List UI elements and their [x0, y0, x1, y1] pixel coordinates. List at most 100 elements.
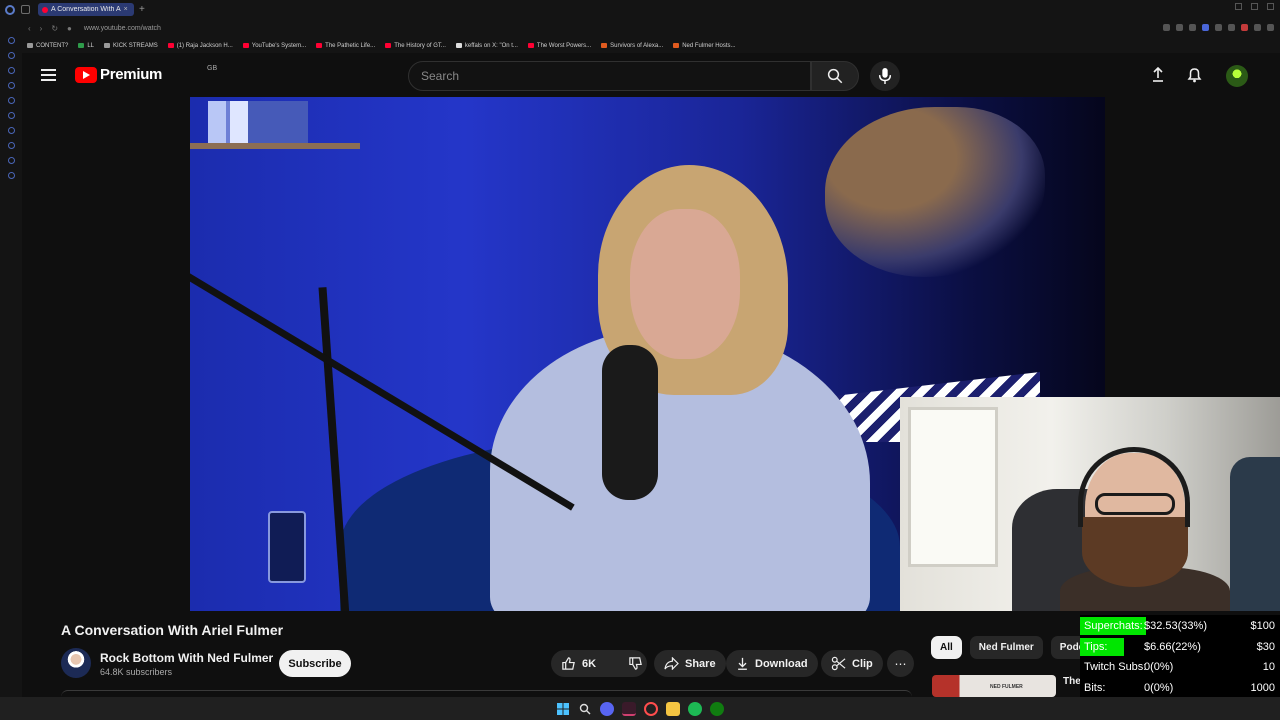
browser-tab-active[interactable]: A Conversation With A ×	[38, 3, 134, 16]
heart-icon[interactable]	[1215, 24, 1222, 31]
share-button[interactable]: Share	[654, 650, 726, 677]
zoom-icon[interactable]	[1163, 24, 1170, 31]
video-frame-bottle	[268, 511, 306, 583]
workspaces-icon[interactable]	[21, 5, 30, 14]
bookmark-item[interactable]: Survivors of Alexa...	[601, 43, 663, 49]
opera-gx-icon[interactable]	[622, 701, 636, 716]
bookmark-label: KICK STREAMS	[113, 42, 158, 49]
browser-sidebar	[0, 19, 22, 697]
like-button[interactable]: 6K	[551, 650, 606, 677]
download-icon[interactable]	[1254, 24, 1261, 31]
goal-value: 0(0%)	[1144, 681, 1174, 694]
bookmark-item[interactable]: CONTENT?	[27, 43, 68, 49]
maximize-icon[interactable]	[1251, 3, 1258, 10]
tab-close-icon[interactable]: ×	[124, 6, 128, 13]
spotify-icon[interactable]	[688, 701, 702, 716]
subscribe-button[interactable]: Subscribe	[279, 650, 351, 677]
upload-icon	[1153, 67, 1163, 82]
bookmark-favicon-icon	[316, 43, 323, 48]
channel-name[interactable]: Rock Bottom With Ned Fulmer	[100, 651, 273, 665]
logo-text: Premium	[100, 66, 163, 83]
sidebar-home-icon[interactable]	[7, 37, 15, 44]
sidebar-ai-icon[interactable]	[7, 97, 15, 104]
goal-label: Superchats:	[1084, 620, 1143, 632]
minimize-icon[interactable]	[1235, 3, 1242, 10]
back-icon[interactable]: ‹	[28, 24, 31, 33]
youtube-premium-logo[interactable]: Premium GB	[75, 65, 217, 83]
bookmark-favicon-icon	[455, 43, 462, 48]
bookmark-item[interactable]: (1) Raja Jackson H...	[167, 43, 233, 49]
goal-row: Tips: $6.66(22%) $30	[1080, 637, 1280, 657]
shield-icon[interactable]	[1202, 24, 1209, 31]
more-dots-icon: ⋯	[894, 656, 907, 671]
bookmark-item[interactable]: The Worst Powers...	[527, 43, 591, 49]
chip-all[interactable]: All	[931, 636, 962, 659]
bookmark-item[interactable]: LL	[78, 43, 94, 49]
share-label: Share	[685, 657, 716, 670]
sidebar-settings-icon[interactable]	[7, 172, 15, 179]
browser-logo-icon[interactable]	[5, 4, 15, 15]
menu-icon[interactable]	[41, 69, 56, 81]
sidebar-whatsapp-icon[interactable]	[7, 82, 15, 89]
bookmark-item[interactable]: The History of GT...	[385, 43, 446, 49]
dislike-button[interactable]	[618, 650, 653, 677]
bookmark-item[interactable]: The Pathetic Life...	[316, 43, 375, 49]
bookmark-favicon-icon	[242, 43, 249, 48]
search-input[interactable]	[421, 69, 810, 83]
close-window-icon[interactable]	[1267, 3, 1274, 10]
recommended-video-thumbnail[interactable]: NED FULMER	[932, 675, 1056, 697]
bookmark-label: keffals on X: "On t...	[464, 42, 518, 49]
recording-icon[interactable]	[1241, 24, 1248, 31]
sidebar-instagram-icon[interactable]	[7, 142, 15, 149]
sidebar-discord-icon[interactable]	[7, 112, 15, 119]
bookmark-item[interactable]: keffals on X: "On t...	[455, 42, 518, 49]
bookmark-item[interactable]: Ned Fulmer Hosts...	[673, 42, 736, 49]
bookmark-label: LL	[87, 42, 95, 49]
rec-thumb-text: NED FULMER	[990, 684, 1023, 690]
url-field[interactable]: www.youtube.com/watch	[84, 25, 161, 32]
sidebar-history-icon[interactable]	[7, 52, 15, 59]
search-taskbar-icon[interactable]	[578, 702, 592, 716]
sidebar-clock-icon[interactable]	[7, 157, 15, 164]
recommendation-chips: All Ned Fulmer Podc	[931, 636, 1094, 659]
search-button[interactable]	[811, 61, 859, 91]
bookmark-item[interactable]: YouTube's System...	[242, 43, 306, 49]
menu-icon[interactable]	[1267, 24, 1274, 31]
xbox-icon[interactable]	[710, 701, 724, 716]
account-avatar[interactable]	[1226, 65, 1248, 87]
chip-ned-fulmer[interactable]: Ned Fulmer	[969, 636, 1043, 659]
recommended-video-title[interactable]: The	[1063, 676, 1081, 687]
bookmark-label: The History of GT...	[394, 42, 446, 49]
pin-icon[interactable]	[1176, 24, 1183, 31]
voice-search-button[interactable]	[870, 61, 900, 91]
video-frame-boom-arm	[190, 262, 575, 511]
start-icon[interactable]	[556, 702, 570, 716]
play-icon[interactable]	[1228, 24, 1235, 31]
windows-taskbar	[0, 697, 1280, 720]
discord-icon[interactable]	[600, 701, 614, 716]
bookmark-item[interactable]: KICK STREAMS	[104, 43, 158, 49]
bookmark-favicon-icon	[673, 43, 680, 48]
screenshot-icon[interactable]	[1189, 24, 1196, 31]
video-frame-plant	[825, 107, 1045, 277]
opera-icon[interactable]	[644, 701, 658, 716]
file-explorer-icon[interactable]	[666, 701, 680, 716]
subscriber-count: 64.8K subscribers	[100, 667, 173, 677]
channel-avatar[interactable]	[61, 648, 91, 678]
new-tab-icon[interactable]: +	[139, 4, 145, 15]
upload-button[interactable]	[1148, 65, 1168, 85]
thumbs-up-icon	[562, 657, 575, 670]
youtube-favicon-icon	[42, 6, 48, 13]
sidebar-messenger-icon[interactable]	[7, 67, 15, 74]
extension-icons	[1163, 24, 1274, 31]
more-actions-button[interactable]: ⋯	[887, 650, 914, 677]
sidebar-telegram-icon[interactable]	[7, 127, 15, 134]
search-icon	[827, 68, 843, 84]
notifications-button[interactable]	[1184, 65, 1204, 85]
webcam-headset	[1078, 447, 1190, 527]
reload-icon[interactable]: ↻	[51, 24, 58, 33]
forward-icon[interactable]: ›	[40, 24, 43, 33]
bookmark-label: Ned Fulmer Hosts...	[682, 42, 736, 49]
clip-button[interactable]: Clip	[821, 650, 883, 677]
download-button[interactable]: Download	[726, 650, 818, 677]
